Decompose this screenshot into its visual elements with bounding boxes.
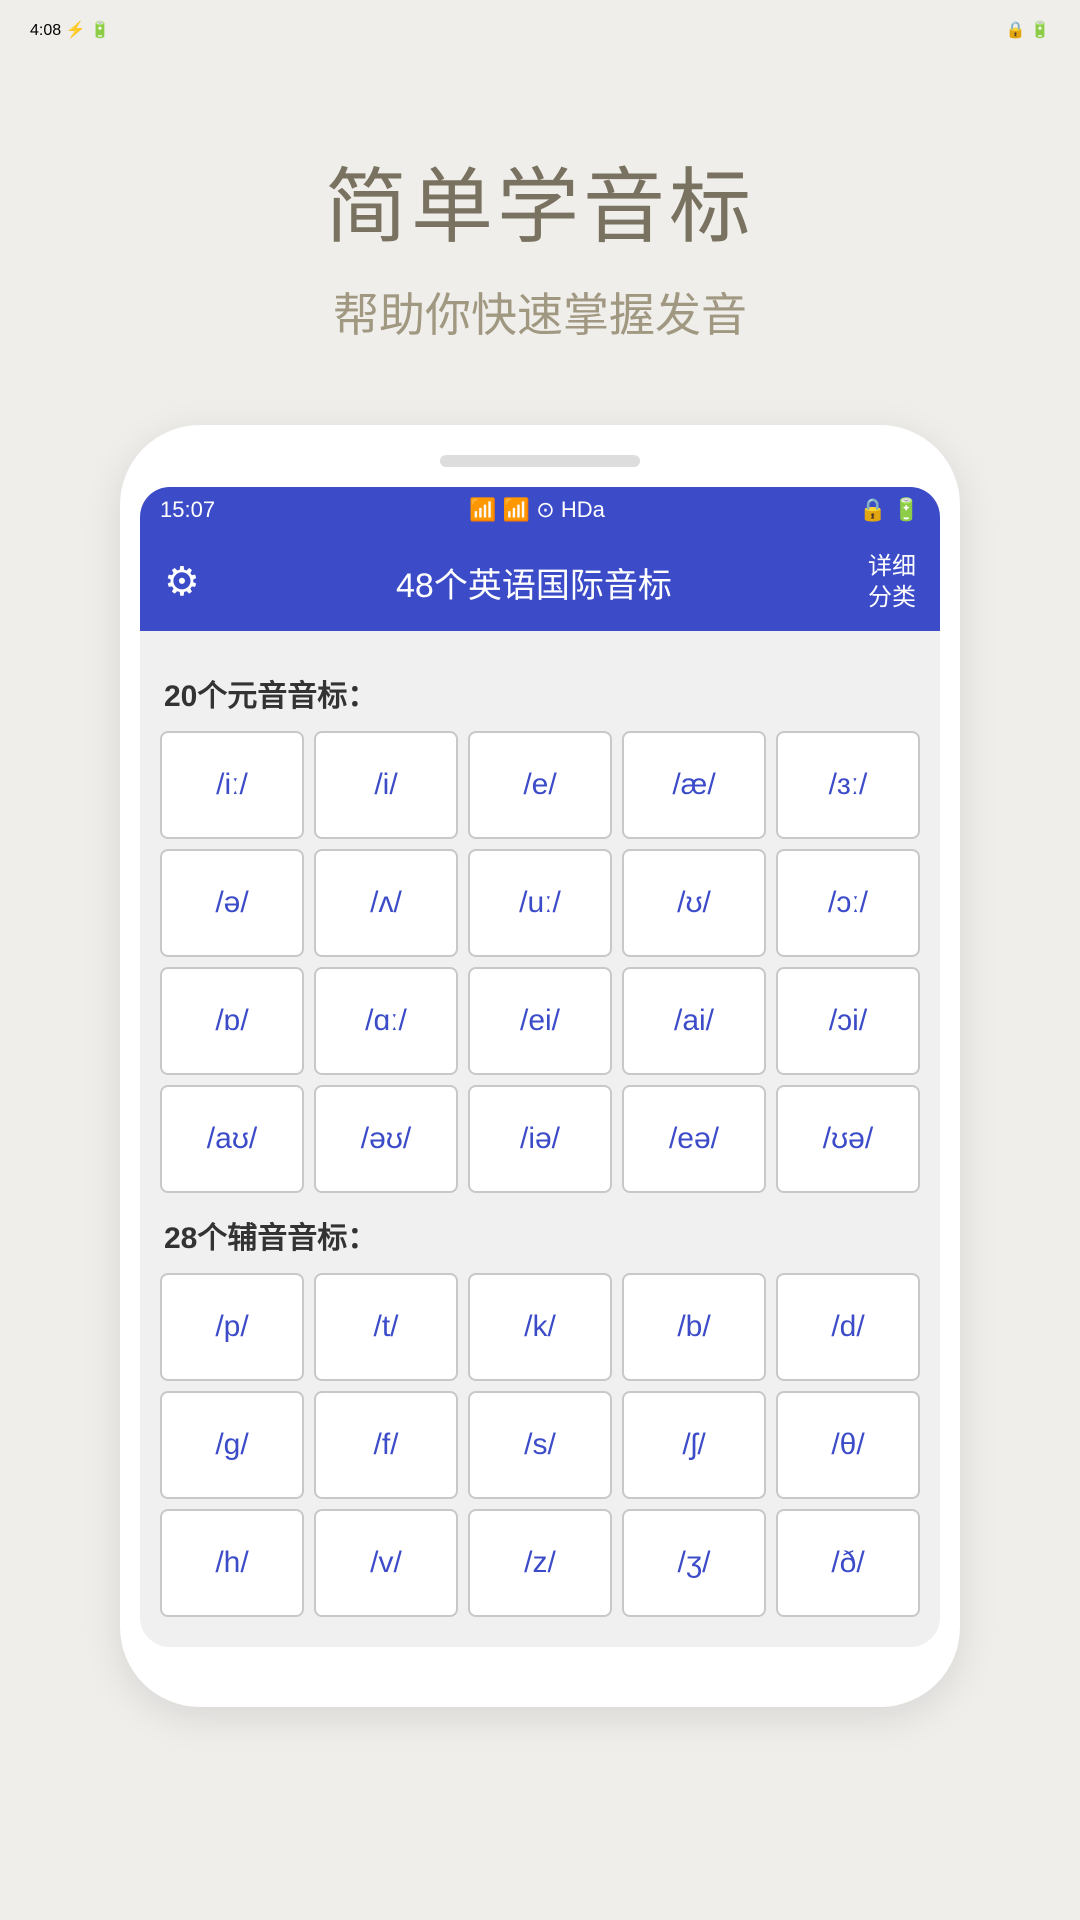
consonant-cell[interactable]: /d/ (776, 1273, 920, 1381)
app-title: 简单学音标 (325, 140, 755, 259)
phone-status-bar: 15:07 📶 📶 ⊙ HDa 🔒 🔋 (140, 487, 940, 533)
consonant-cell[interactable]: /h/ (160, 1509, 304, 1617)
consonant-cell[interactable]: /t/ (314, 1273, 458, 1381)
vowel-cell[interactable]: /æ/ (622, 731, 766, 839)
consonant-cell[interactable]: /p/ (160, 1273, 304, 1381)
vowel-cell[interactable]: /ei/ (468, 967, 612, 1075)
phone-battery: 🔒 🔋 (859, 497, 920, 523)
vowel-cell[interactable]: /ai/ (622, 967, 766, 1075)
consonant-cell[interactable]: /g/ (160, 1391, 304, 1499)
phone-notch (440, 455, 640, 467)
app-subtitle: 帮助你快速掌握发音 (325, 279, 755, 345)
vowel-cell[interactable]: /əʊ/ (314, 1085, 458, 1193)
consonant-cell[interactable]: /s/ (468, 1391, 612, 1499)
phone-body: 20个元音音标： /iː//i//e//æ//ɜː//ə//ʌ//uː//ʊ//… (140, 631, 940, 1647)
outer-status-right: 🔒 🔋 (1006, 20, 1050, 40)
phone-appbar: ⚙ 48个英语国际音标 详细 分类 (140, 533, 940, 631)
vowel-grid: /iː//i//e//æ//ɜː/ /ə//ʌ//uː//ʊ//ɔː/ /ɒ//ɑː… (160, 731, 920, 1193)
vowel-cell[interactable]: /ʊə/ (776, 1085, 920, 1193)
vowel-cell[interactable]: /i/ (314, 731, 458, 839)
consonant-cell[interactable]: /k/ (468, 1273, 612, 1381)
consonant-cell[interactable]: /ʃ/ (622, 1391, 766, 1499)
vowel-section-label: 20个元音音标： (164, 671, 920, 715)
consonant-cell[interactable]: /ð/ (776, 1509, 920, 1617)
consonant-cell[interactable]: /ʒ/ (622, 1509, 766, 1617)
phone-status-icons: 📶 📶 ⊙ HDa (469, 497, 605, 523)
phone-time: 15:07 (160, 497, 215, 523)
outer-status-bar: 4:08 ⚡ 🔋 🔒 🔋 (0, 0, 1080, 60)
detail-category-button[interactable]: 详细 分类 (868, 551, 916, 613)
consonant-cell[interactable]: /v/ (314, 1509, 458, 1617)
consonant-cell[interactable]: /f/ (314, 1391, 458, 1499)
vowel-cell[interactable]: /ɑː/ (314, 967, 458, 1075)
vowel-cell[interactable]: /ɒ/ (160, 967, 304, 1075)
vowel-cell[interactable]: /e/ (468, 731, 612, 839)
vowel-cell[interactable]: /ʊ/ (622, 849, 766, 957)
vowel-cell[interactable]: /ə/ (160, 849, 304, 957)
phone-mockup: 15:07 📶 📶 ⊙ HDa 🔒 🔋 ⚙ 48个英语国际音标 详细 分类 20… (120, 425, 960, 1707)
app-header: 简单学音标 帮助你快速掌握发音 (325, 140, 755, 345)
vowel-cell[interactable]: /uː/ (468, 849, 612, 957)
settings-icon[interactable]: ⚙ (164, 559, 200, 605)
consonant-cell[interactable]: /b/ (622, 1273, 766, 1381)
consonant-cell[interactable]: /z/ (468, 1509, 612, 1617)
consonant-cell[interactable]: /θ/ (776, 1391, 920, 1499)
vowel-cell[interactable]: /ʌ/ (314, 849, 458, 957)
consonant-grid: /p//t//k//b//d//g//f//s//ʃ//θ//h//v//z//… (160, 1273, 920, 1617)
phone-inner: 15:07 📶 📶 ⊙ HDa 🔒 🔋 ⚙ 48个英语国际音标 详细 分类 20… (140, 487, 940, 1647)
vowel-cell[interactable]: /ɔi/ (776, 967, 920, 1075)
appbar-title: 48个英语国际音标 (200, 558, 868, 607)
vowel-cell[interactable]: /ɔː/ (776, 849, 920, 957)
vowel-cell[interactable]: /iː/ (160, 731, 304, 839)
consonant-section-label: 28个辅音音标： (164, 1213, 920, 1257)
vowel-cell[interactable]: /iə/ (468, 1085, 612, 1193)
vowel-cell[interactable]: /ɜː/ (776, 731, 920, 839)
outer-status-left: 4:08 ⚡ 🔋 (30, 20, 110, 40)
vowel-cell[interactable]: /aʊ/ (160, 1085, 304, 1193)
vowel-cell[interactable]: /eə/ (622, 1085, 766, 1193)
